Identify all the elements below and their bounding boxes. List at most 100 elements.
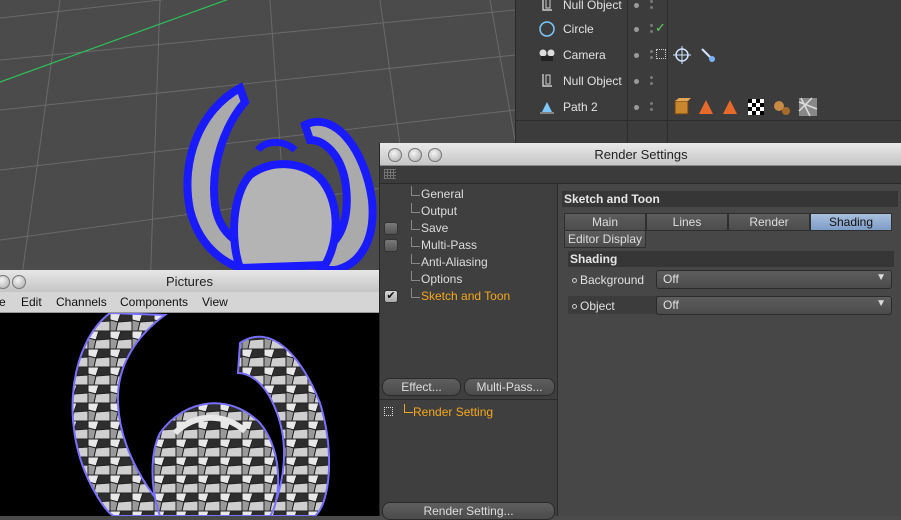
rendered-image <box>0 313 379 516</box>
background-label: Background <box>580 273 645 287</box>
tree-line <box>404 404 413 413</box>
enabled-check-icon[interactable]: ✓ <box>655 20 666 36</box>
noise-tag-icon[interactable] <box>798 97 818 117</box>
group-title: Shading <box>568 251 894 267</box>
visibility-dot[interactable] <box>634 3 639 8</box>
tree-line <box>411 288 420 298</box>
nav-item-options[interactable]: Options <box>380 271 557 288</box>
render-setting-label: Render Setting <box>413 405 494 419</box>
menu-channels[interactable]: Channels <box>56 295 107 309</box>
background-dropdown[interactable]: Off ▼ <box>656 270 892 289</box>
pictures-window: Pictures e Edit Channels Components View <box>0 270 379 516</box>
object-label: Null Object <box>563 74 622 88</box>
object-label: Camera <box>563 48 606 62</box>
object-row-null-2[interactable]: Null Object <box>516 68 901 94</box>
camera-active-icon[interactable] <box>656 49 666 59</box>
render-dot[interactable] <box>650 76 653 79</box>
window-title: Pictures <box>166 274 213 289</box>
circle-spline-icon <box>539 21 555 37</box>
pictures-titlebar[interactable]: Pictures <box>0 270 379 293</box>
render-dot[interactable] <box>650 24 653 27</box>
object-row-circle[interactable]: Circle ✓ <box>516 16 901 42</box>
menu-file[interactable]: e <box>0 295 6 309</box>
tab-lines[interactable]: Lines <box>646 213 728 231</box>
background-value: Off <box>663 272 679 286</box>
object-row-camera[interactable]: Camera <box>516 42 901 68</box>
visibility-dot[interactable] <box>634 27 639 32</box>
settings-nav: General Output Save Multi-Pass Anti-Alia… <box>380 184 558 520</box>
render-setting-icon <box>384 407 393 416</box>
nav-checkbox[interactable] <box>384 239 398 252</box>
render-settings-titlebar[interactable]: Render Settings <box>380 143 901 166</box>
path-spline-icon <box>540 102 554 114</box>
multi-pass-button[interactable]: Multi-Pass... <box>464 378 555 396</box>
object-dropdown[interactable]: Off ▼ <box>656 296 892 315</box>
tree-line <box>411 237 420 247</box>
grip-icon[interactable] <box>384 169 396 179</box>
section-title: Sketch and Toon <box>562 191 898 207</box>
nav-label: General <box>421 187 464 201</box>
tab-render[interactable]: Render <box>728 213 810 231</box>
object-value: Off <box>663 298 679 312</box>
object-row-path-2[interactable]: Path 2 <box>516 94 901 120</box>
section-title-text: Sketch and Toon <box>564 192 660 206</box>
render-dot[interactable] <box>650 102 653 105</box>
protection-tag-icon[interactable] <box>698 45 718 65</box>
render-dot[interactable] <box>650 30 653 33</box>
menu-components[interactable]: Components <box>120 295 188 309</box>
tab-editor-display[interactable]: Editor Display <box>564 230 646 248</box>
nav-checkbox[interactable] <box>384 222 398 235</box>
nav-item-anti-aliasing[interactable]: Anti-Aliasing <box>380 254 557 271</box>
effect-button[interactable]: Effect... <box>382 378 461 396</box>
nav-label: Save <box>421 221 449 235</box>
window-title: Render Settings <box>594 147 688 162</box>
render-setting-item[interactable]: Render Setting <box>380 404 557 421</box>
nav-item-output[interactable]: Output <box>380 203 557 220</box>
render-dot[interactable] <box>650 0 653 3</box>
nav-item-save[interactable]: Save <box>380 220 557 237</box>
tree-line <box>411 271 420 281</box>
menu-view[interactable]: View <box>202 295 228 309</box>
null-object-icon <box>542 0 552 11</box>
target-tag-icon[interactable] <box>672 45 692 65</box>
panel-grip[interactable] <box>380 166 901 184</box>
blue-outline-shape <box>183 82 377 277</box>
sphere-tag-icon[interactable] <box>772 97 792 117</box>
tree-line <box>411 203 420 213</box>
divider <box>380 399 557 400</box>
tree-line <box>411 220 420 230</box>
animate-dot-icon[interactable] <box>572 278 577 283</box>
object-label: Circle <box>563 22 594 36</box>
texture-tag-icon[interactable] <box>672 97 692 117</box>
nav-label: Anti-Aliasing <box>421 255 488 269</box>
material-tag-icon[interactable] <box>720 97 740 117</box>
pictures-menubar: e Edit Channels Components View <box>0 292 379 313</box>
material-tag-icon[interactable] <box>696 97 716 117</box>
checker-tag-icon[interactable] <box>746 97 766 117</box>
tree-line <box>411 254 420 264</box>
object-label: Object <box>580 299 615 313</box>
nav-label: Multi-Pass <box>421 238 478 252</box>
animate-dot-icon[interactable] <box>572 304 577 309</box>
nav-label: Sketch and Toon <box>421 289 511 303</box>
render-dot[interactable] <box>650 108 653 111</box>
visibility-dot[interactable] <box>634 79 639 84</box>
nav-item-multi-pass[interactable]: Multi-Pass <box>380 237 557 254</box>
object-manager: Null Object Circle ✓ Camera Null Object … <box>515 0 901 143</box>
visibility-dot[interactable] <box>634 105 639 110</box>
group-title-text: Shading <box>570 252 618 266</box>
nav-label: Options <box>421 272 463 286</box>
render-dot[interactable] <box>650 6 653 9</box>
render-dot[interactable] <box>650 50 653 53</box>
visibility-dot[interactable] <box>634 53 639 58</box>
nav-item-general[interactable]: General <box>380 186 557 203</box>
render-dot[interactable] <box>650 82 653 85</box>
tab-shading[interactable]: Shading <box>810 213 892 231</box>
tab-main[interactable]: Main <box>564 213 646 231</box>
render-dot[interactable] <box>650 56 653 59</box>
menu-edit[interactable]: Edit <box>21 295 42 309</box>
nav-checkbox-checked[interactable]: ✔ <box>384 290 398 303</box>
chevron-down-icon: ▼ <box>876 298 886 309</box>
render-setting-button[interactable]: Render Setting... <box>382 502 555 520</box>
nav-item-sketch-and-toon[interactable]: ✔ Sketch and Toon <box>380 288 557 305</box>
